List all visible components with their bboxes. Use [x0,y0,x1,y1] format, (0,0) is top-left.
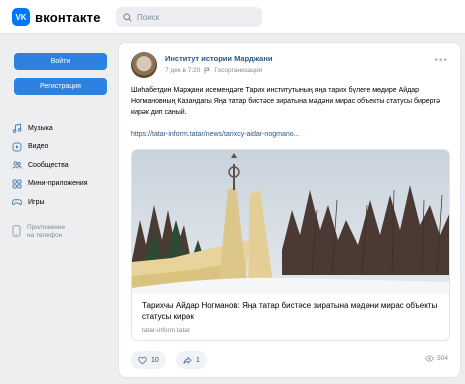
views-counter: 504 [425,355,448,362]
vk-logo-icon: VK [12,8,30,26]
share-button[interactable]: 1 [176,351,207,369]
register-button[interactable]: Регистрация [14,78,107,95]
post-author[interactable]: Институт истории Марджани [165,54,272,63]
link-attachment[interactable]: Тарихчы Айдар Ногманов: Яңа татар бистәс… [131,149,450,341]
sidebar-item-label: Мини-приложения [28,180,88,188]
post-time[interactable]: 7 дек в 7:20 [165,67,200,74]
sidebar-item-label: Игры [28,198,45,206]
eye-icon [425,355,435,362]
attachment-photo [132,150,449,294]
login-button[interactable]: Войти [14,53,107,70]
mini-apps-icon [12,179,22,189]
sidebar-item-label: Сообщества [28,161,69,169]
search-input[interactable] [137,12,247,22]
sidebar-item-label: Видео [28,143,49,151]
views-count: 504 [437,355,448,362]
sidebar-item-mini-apps[interactable]: Мини-приложения [12,175,112,194]
post-link[interactable]: https://tatar-inform.tatar/news/tarixcy-… [131,131,299,138]
communities-icon [12,161,22,169]
share-icon [183,356,192,364]
mobile-app-label-line1: Приложение [27,223,66,231]
author-avatar[interactable] [131,52,157,78]
attachment-title[interactable]: Тарихчы Айдар Ногманов: Яңа татар бистәс… [142,300,442,322]
attachment-domain: tatar-inform.tatar [142,327,191,334]
post-author-type: Госорганизация [214,67,263,74]
music-icon [12,123,22,134]
heart-icon [138,356,147,364]
video-icon [12,142,22,152]
sidebar-item-mobile-app[interactable]: Приложение на телефон [12,224,112,240]
games-icon [12,199,22,206]
search-icon [123,12,132,22]
phone-icon [12,224,21,237]
sidebar-item-video[interactable]: Видео [12,138,112,157]
more-options-icon[interactable]: ••• [434,55,448,66]
post-card: Институт истории Марджани 7 дек в 7:20 Г… [118,42,461,378]
sidebar-item-music[interactable]: Музыка [12,119,112,138]
like-button[interactable]: 10 [131,351,166,369]
sidebar-item-label: Музыка [28,124,53,132]
like-count: 10 [151,356,159,364]
sidebar-item-communities[interactable]: Сообщества [12,156,112,175]
vk-logo[interactable]: VK вконтакте [12,8,101,26]
sidebar-nav: Музыка Видео Сообщества Мини-приложения … [12,119,112,240]
sidebar-item-games[interactable]: Игры [12,193,112,212]
share-count: 1 [196,356,200,364]
flag-icon [204,67,211,74]
mobile-app-label-line2: на телефон [27,231,63,239]
search-box[interactable] [116,7,262,27]
logo-text: вконтакте [35,9,101,25]
top-bar: VK вконтакте [0,0,465,34]
post-text: Шиһабетдин Мәрҗани исемендәге Тарих инст… [131,87,441,116]
post-meta: 7 дек в 7:20 Госорганизация [165,67,262,74]
